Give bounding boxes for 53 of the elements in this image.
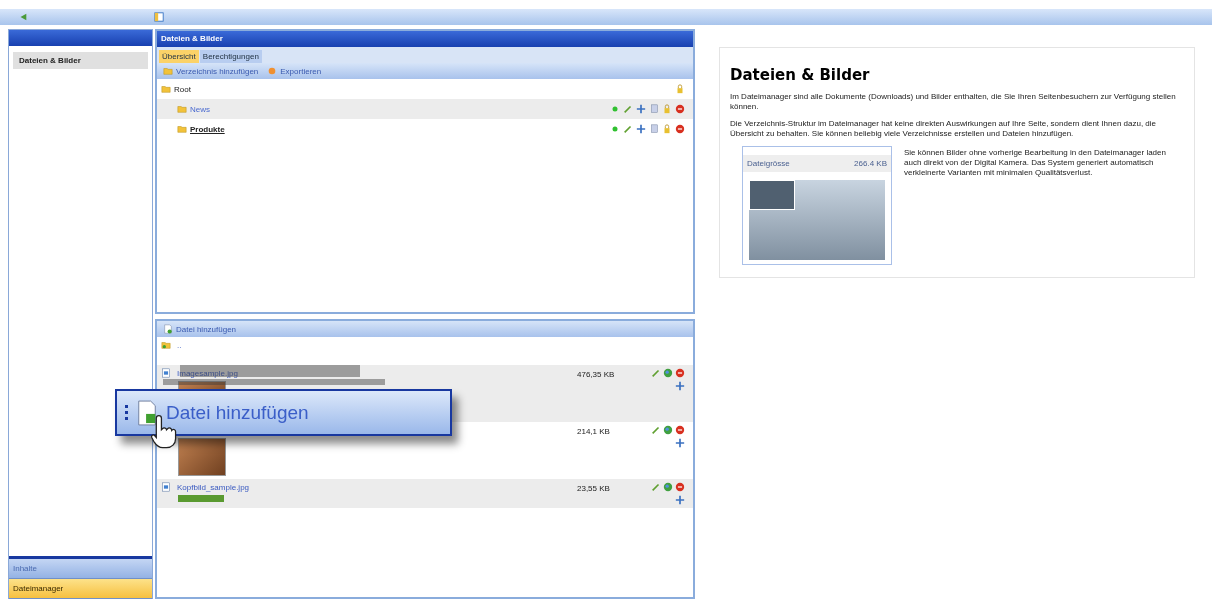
photo-thumbnail-placeholder	[749, 179, 795, 210]
add-file-icon	[163, 324, 173, 334]
pencil-icon[interactable]	[651, 368, 661, 378]
delete-icon[interactable]	[675, 425, 685, 435]
preview-value: 266.4 KB	[854, 158, 887, 168]
status-dot-icon[interactable]	[610, 124, 620, 134]
info-paragraph: Die Verzeichnis-Struktur im Dateimanager hat keine direkten Auswirkungen auf Ihre Seite, sondern dient Ihnen dazu, die Übersicht zu behalten. Sie können beliebig viele Verzeichnisse erstellen und Dateien hinzufügen.	[730, 118, 1158, 140]
lock-icon[interactable]	[662, 104, 672, 114]
lock-icon[interactable]	[675, 84, 685, 94]
file-size: 214,1 KB	[577, 426, 611, 436]
preview-label: Dateigrösse	[747, 158, 790, 168]
sidebar-item[interactable]: Dateien & Bilder	[13, 52, 148, 69]
file-name-link[interactable]: Kopfbild_sample.jpg	[177, 482, 250, 492]
file-size: 23,55 KB	[577, 483, 611, 493]
info-paragraph: Im Dateimanager sind alle Dokumente (Downloads) und Bilder enthalten, die Sie Ihren Seitenbesuchern zur Verfügung stellen können.	[730, 92, 1177, 113]
tab[interactable]: Berechtigungen	[199, 50, 262, 63]
move-arrow-icon[interactable]	[636, 104, 646, 114]
move-arrow-icon[interactable]	[675, 438, 685, 448]
delete-icon[interactable]	[675, 482, 685, 492]
file-size: 476,35 KB	[577, 369, 616, 379]
folder-up-icon	[161, 340, 171, 350]
panel-title: Dateien & Bilder	[157, 31, 693, 47]
nav-tab[interactable]: Dateimanager	[9, 579, 152, 599]
back-arrow-icon[interactable]	[18, 12, 28, 22]
globe-icon[interactable]	[663, 368, 673, 378]
toolbar-link[interactable]: Exportieren	[280, 66, 322, 76]
move-arrow-icon[interactable]	[675, 381, 685, 391]
move-arrow-icon[interactable]	[675, 495, 685, 505]
add-file-icon	[136, 398, 158, 427]
grip-icon	[125, 405, 128, 420]
tree-item[interactable]: Produkte	[190, 124, 225, 134]
delete-icon[interactable]	[675, 124, 685, 134]
delete-icon[interactable]	[675, 368, 685, 378]
globe-icon[interactable]	[663, 482, 673, 492]
status-dot-icon[interactable]	[610, 104, 620, 114]
export-icon	[267, 66, 278, 76]
info-paragraph: Sie können Bilder ohne vorherige Bearbeitung in den Dateimanager laden auch direkt von der Digital Kamera. Das System generiert automatisch verkleinerte Varianten mit minimalen Qualitätsverlust.	[904, 147, 1167, 180]
tree-item[interactable]: Root	[174, 84, 191, 94]
toolbar-link[interactable]: Verzeichnis hinzufügen	[176, 66, 259, 76]
tree-item[interactable]: News	[190, 104, 210, 114]
move-arrow-icon[interactable]	[636, 124, 646, 134]
delete-icon[interactable]	[675, 104, 685, 114]
pencil-icon[interactable]	[651, 482, 661, 492]
file-name-link[interactable]: ..	[177, 340, 182, 350]
window-icon[interactable]	[154, 12, 164, 22]
tab[interactable]: Übersicht	[159, 50, 199, 63]
pencil-icon[interactable]	[651, 425, 661, 435]
toolbar-link[interactable]: Datei hinzufügen	[176, 324, 237, 334]
image-file-icon	[161, 482, 171, 492]
tooltip-label: Datei hinzufügen	[166, 401, 309, 424]
globe-icon[interactable]	[663, 425, 673, 435]
info-title: Dateien & Bilder	[730, 66, 871, 84]
image-file-icon	[161, 368, 171, 378]
